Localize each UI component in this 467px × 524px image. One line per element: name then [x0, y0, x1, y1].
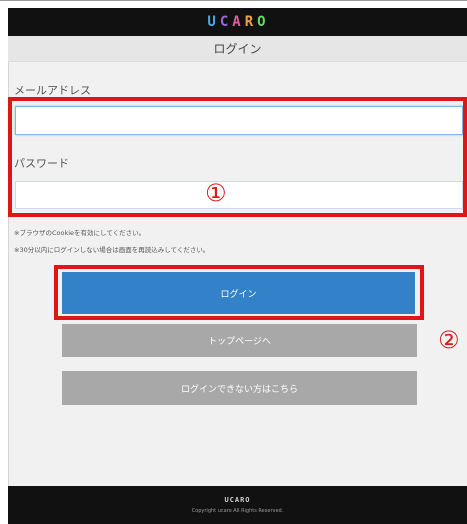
cookie-note: ※ブラウザのCookieを有効にしてください。 [14, 229, 146, 237]
highlight-box-login [54, 265, 424, 320]
annotation-marker-1: ① [205, 179, 227, 207]
top-border-line [0, 0, 467, 1]
logo-letter: U [207, 14, 218, 30]
top-page-button[interactable]: トップページへ [62, 324, 417, 357]
logo-letter: R [244, 14, 256, 30]
highlight-box-credentials [8, 97, 467, 217]
copyright-text: Copyright ucaro All Rights Reserved. [191, 508, 284, 514]
page-title: ログイン [8, 36, 467, 62]
logo-letter: O [257, 14, 268, 30]
site-footer: UCARO Copyright ucaro All Rights Reserve… [8, 486, 467, 524]
footer-logo: UCARO [224, 496, 251, 504]
ucaro-logo[interactable]: UCARO [207, 15, 267, 29]
logo-letter: C [219, 14, 231, 30]
site-header: UCARO [8, 8, 467, 36]
logo-letter: A [232, 14, 243, 30]
cannot-login-button[interactable]: ログインできない方はこちら [62, 371, 417, 405]
email-label: メールアドレス [14, 84, 91, 97]
annotation-marker-2: ② [438, 326, 460, 354]
reload-note: ※30分以内にログインしない場合は画面を再読込みしてください。 [14, 246, 210, 254]
